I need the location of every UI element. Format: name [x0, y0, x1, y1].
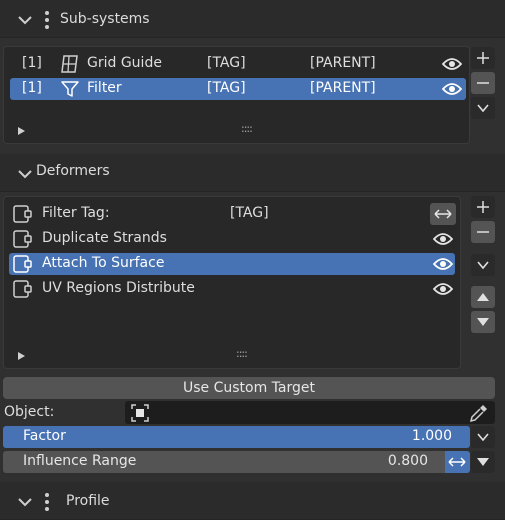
chevron-down-icon: [477, 433, 489, 442]
toggle-range-button[interactable]: [430, 203, 456, 225]
horizontal-arrows-icon: [434, 209, 452, 219]
triangle-down-icon: [477, 318, 489, 326]
chevron-down-icon[interactable]: [17, 494, 33, 510]
list-item[interactable]: Filter Tag: [TAG]: [9, 203, 456, 225]
item-tag: [TAG]: [207, 55, 246, 71]
eye-icon[interactable]: [433, 257, 453, 271]
subsystems-list[interactable]: [1] Grid Guide [TAG] [PARENT] [1] Filter…: [3, 46, 470, 144]
funnel-icon: [61, 81, 79, 97]
plus-icon: [477, 201, 489, 213]
item-index: [1]: [22, 55, 42, 71]
deformers-list[interactable]: Filter Tag: [TAG] Duplicate Strands Atta…: [3, 196, 461, 369]
remove-button[interactable]: [471, 221, 495, 243]
item-name: UV Regions Distribute: [42, 280, 195, 296]
item-parent: [PARENT]: [310, 55, 376, 71]
move-up-button[interactable]: [471, 286, 495, 308]
item-name: Duplicate Strands: [42, 230, 167, 246]
grid-guide-icon: [61, 55, 78, 73]
plus-icon: [477, 52, 489, 64]
horizontal-arrows-icon: [448, 457, 466, 467]
influence-range-value: 0.800: [387, 453, 428, 469]
triangle-up-icon: [477, 293, 489, 301]
list-item[interactable]: Duplicate Strands: [9, 228, 455, 250]
list-item[interactable]: UV Regions Distribute: [9, 278, 455, 300]
eye-icon[interactable]: [442, 57, 462, 71]
use-custom-target-button[interactable]: Use Custom Target: [3, 377, 495, 399]
deformers-title: Deformers: [36, 163, 110, 179]
move-down-button[interactable]: [471, 311, 495, 333]
factor-value: 1.000: [411, 428, 452, 444]
deformers-header[interactable]: Deformers: [0, 154, 505, 192]
expand-arrow-icon[interactable]: [16, 351, 26, 361]
item-name: Filter Tag:: [42, 205, 110, 221]
influence-range-toggle[interactable]: [445, 451, 470, 473]
resize-grip[interactable]: ::::: [236, 347, 248, 360]
factor-label: Factor: [23, 428, 66, 444]
object-icon: [131, 404, 149, 422]
expand-arrow-icon[interactable]: [16, 126, 26, 136]
menu-button[interactable]: [471, 254, 495, 276]
profile-header[interactable]: Profile: [0, 482, 505, 520]
factor-slider[interactable]: Factor 1.000: [3, 426, 470, 448]
add-button[interactable]: [471, 196, 495, 218]
deformer-icon: [13, 280, 32, 298]
item-name: Filter: [87, 80, 122, 96]
eyedropper-icon[interactable]: [469, 403, 489, 423]
chevron-down-icon[interactable]: [17, 12, 33, 28]
menu-button[interactable]: [471, 97, 495, 119]
list-item[interactable]: [1] Filter [TAG] [PARENT]: [10, 78, 466, 100]
triangle-down-icon: [477, 458, 489, 466]
factor-menu-button[interactable]: [471, 426, 495, 448]
subsystems-title: Sub-systems: [60, 11, 150, 27]
influence-menu-button[interactable]: [471, 451, 495, 473]
resize-grip[interactable]: ::::: [241, 122, 253, 135]
deformer-icon: [13, 255, 32, 273]
add-button[interactable]: [471, 47, 495, 69]
item-tag: [TAG]: [230, 205, 269, 221]
minus-icon: [477, 82, 489, 84]
deformer-icon: [13, 230, 32, 248]
object-field[interactable]: [125, 401, 495, 424]
chevron-down-icon: [477, 104, 489, 113]
minus-icon: [477, 231, 489, 233]
item-name: Attach To Surface: [42, 255, 165, 271]
remove-button[interactable]: [471, 72, 495, 94]
item-index: [1]: [22, 80, 42, 96]
profile-title: Profile: [66, 493, 110, 509]
item-tag: [TAG]: [207, 80, 246, 96]
eye-icon[interactable]: [433, 232, 453, 246]
drag-handle-icon[interactable]: [45, 11, 49, 29]
list-item[interactable]: Attach To Surface: [9, 253, 455, 275]
drag-handle-icon[interactable]: [45, 493, 49, 511]
item-name: Grid Guide: [87, 55, 162, 71]
deformer-icon: [13, 205, 32, 223]
influence-range-label: Influence Range: [23, 453, 137, 469]
subsystems-header[interactable]: Sub-systems: [0, 0, 505, 38]
eye-icon[interactable]: [433, 282, 453, 296]
list-item[interactable]: [1] Grid Guide [TAG] [PARENT]: [10, 53, 466, 75]
chevron-down-icon[interactable]: [17, 166, 33, 182]
eye-icon[interactable]: [442, 82, 462, 96]
object-label: Object:: [4, 404, 55, 420]
influence-range-field[interactable]: Influence Range 0.800: [3, 451, 445, 473]
chevron-down-icon: [477, 261, 489, 270]
item-parent: [PARENT]: [310, 80, 376, 96]
